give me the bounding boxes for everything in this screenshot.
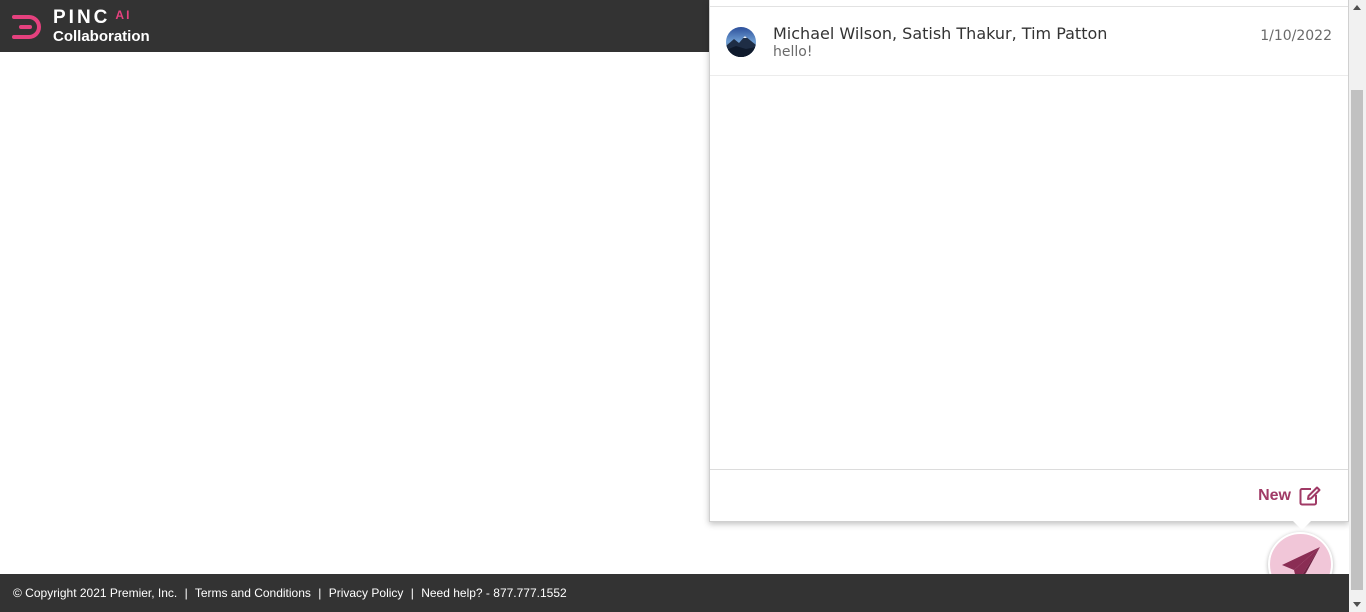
edit-icon	[1299, 486, 1321, 506]
scroll-thumb[interactable]	[1351, 90, 1363, 590]
fab-pointer	[1292, 520, 1312, 530]
conversation-item[interactable]: Michael Wilson, Satish Thakur, Tim Patto…	[710, 7, 1348, 76]
product-name: Collaboration	[53, 28, 150, 45]
footer-separator: |	[410, 586, 414, 600]
conversation-panel: Michael Wilson, Satish Thakur, Tim Patto…	[709, 0, 1349, 522]
landscape-avatar	[726, 27, 756, 57]
pinc-ai-logo[interactable]: PINC AI Collaboration	[10, 8, 150, 45]
help-text: Need help? - 877.777.1552	[421, 586, 567, 600]
conversation-participants: Michael Wilson, Satish Thakur, Tim Patto…	[773, 24, 1108, 43]
new-button-label: New	[1258, 487, 1291, 504]
privacy-link[interactable]: Privacy Policy	[329, 586, 404, 600]
scroll-up-icon[interactable]	[1353, 5, 1361, 10]
page-scrollbar[interactable]	[1349, 0, 1366, 612]
new-conversation-button[interactable]: New	[1258, 486, 1321, 506]
page-footer: © Copyright 2021 Premier, Inc. | Terms a…	[0, 574, 1349, 612]
brand-name: PINC	[53, 7, 111, 28]
panel-footer: New	[710, 469, 1348, 522]
pinc-logo-icon	[12, 15, 41, 39]
conversation-date: 1/10/2022	[1260, 28, 1332, 44]
conversation-preview: hello!	[773, 44, 813, 60]
brand-ai-suffix: AI	[115, 8, 132, 22]
terms-link[interactable]: Terms and Conditions	[195, 586, 311, 600]
scroll-down-icon[interactable]	[1353, 602, 1361, 607]
footer-separator: |	[318, 586, 322, 600]
footer-separator: |	[184, 586, 188, 600]
copyright-text: © Copyright 2021 Premier, Inc.	[13, 586, 178, 600]
